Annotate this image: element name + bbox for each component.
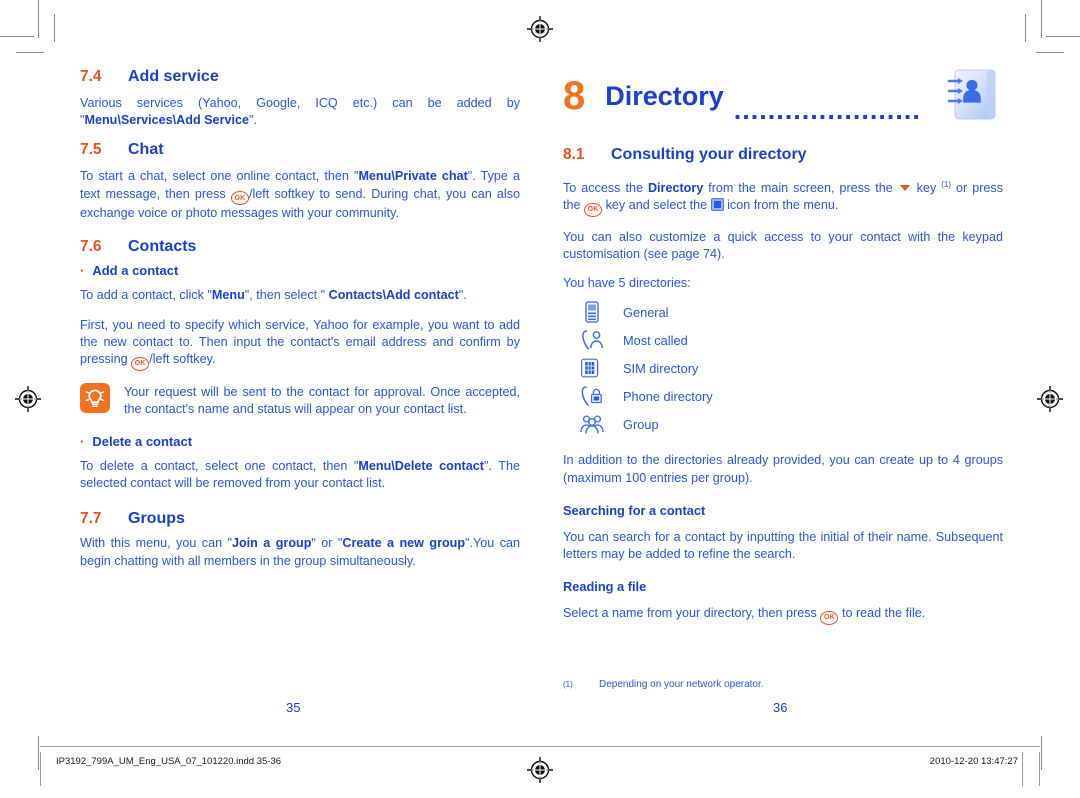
crop-mark-bottom-right-vertical <box>1041 736 1042 770</box>
list-item-label: General <box>623 304 669 320</box>
general-phonebook-icon <box>579 301 605 324</box>
section-title: Add service <box>128 68 219 85</box>
section-title: Groups <box>128 510 185 528</box>
section-heading-7-4: 7.4 Add service <box>80 68 520 86</box>
sim-card-icon <box>579 357 605 379</box>
slug-rule <box>40 746 1040 747</box>
phone-lock-icon <box>579 385 605 407</box>
section-number: 8.1 <box>563 146 585 163</box>
paragraph-access-directory: To access the Directory from the main sc… <box>563 176 1003 217</box>
section-heading-7-7: 7.7 Groups <box>80 510 520 528</box>
crop-mark-top-left-inner-vertical <box>54 14 55 42</box>
bullet-dot-icon: · <box>80 263 85 279</box>
directory-menu-icon <box>710 198 724 216</box>
registration-mark-right <box>1037 386 1063 412</box>
crop-mark-top-right-horizontal <box>1046 36 1080 37</box>
chapter-number: 8 <box>563 74 586 118</box>
section-number: 7.7 <box>80 510 102 528</box>
list-item[interactable]: General <box>563 298 1003 326</box>
paragraph-directories-intro: You have 5 directories: <box>563 276 691 291</box>
crop-mark-top-left-inner-horizontal <box>16 52 44 53</box>
registration-mark-bottom <box>527 757 553 783</box>
subheading-searching-for-a-contact: Searching for a contact <box>563 502 706 518</box>
bullet-delete-a-contact: · Delete a contact <box>80 434 520 449</box>
paragraph-add-contact-2: First, you need to specify which service… <box>80 317 520 371</box>
slug-timestamp: 2010-12-20 13:47:27 <box>929 756 1018 767</box>
paragraph-searching: You can search for a contact by inputtin… <box>563 529 1003 562</box>
list-item[interactable]: SIM directory <box>563 354 1003 382</box>
list-item-label: SIM directory <box>623 360 699 376</box>
ok-key-icon: OK <box>131 356 150 371</box>
section-heading-8-1: 8.1 Consulting your directory <box>563 146 1003 164</box>
bullet-label: Add a contact <box>92 263 179 279</box>
section-heading-7-6: 7.6 Contacts <box>80 238 520 256</box>
slug-tick-right <box>1022 752 1023 786</box>
list-item[interactable]: Phone directory <box>563 382 1003 410</box>
crop-mark-top-right-inner-vertical <box>1025 14 1026 42</box>
tip-note-text: Your request will be sent to the contact… <box>124 384 520 416</box>
list-item[interactable]: Group <box>563 410 1003 438</box>
bullet-add-a-contact: · Add a contact <box>80 263 520 278</box>
crop-mark-top-right-vertical <box>1041 0 1042 38</box>
lightbulb-tip-icon <box>80 382 110 413</box>
group-people-icon <box>579 413 605 435</box>
most-called-icon <box>579 329 605 351</box>
right-page-column: 8 Directory ...................... 8.1 C… <box>563 68 1003 637</box>
crop-mark-bottom-left-vertical <box>38 736 39 770</box>
crop-mark-top-left-vertical <box>38 0 39 38</box>
paragraph-reading-a-file: Select a name from your directory, then … <box>563 605 1003 625</box>
bullet-label: Delete a contact <box>92 434 193 450</box>
paragraph-add-contact-1: To add a contact, click "Menu", then sel… <box>80 288 467 303</box>
leader-dots: ...................... <box>733 100 921 120</box>
chapter-title: Directory <box>605 80 724 111</box>
footnote-reference: (1) <box>941 180 952 189</box>
paragraph-chat: To start a chat, select one online conta… <box>80 169 521 221</box>
page-number-left: 35 <box>286 700 301 715</box>
registration-mark-left <box>15 386 41 412</box>
down-arrow-key-icon <box>899 185 910 191</box>
address-book-icon <box>941 67 1003 125</box>
slug-filename: IP3192_799A_UM_Eng_USA_07_101220.indd 35… <box>56 756 282 767</box>
left-page-column: 7.4 Add service Various services (Yahoo,… <box>80 68 520 582</box>
tip-note: Your request will be sent to the contact… <box>80 382 520 418</box>
section-number: 7.4 <box>80 68 102 85</box>
section-title: Consulting your directory <box>611 146 807 163</box>
paragraph-add-service: Various services (Yahoo, Google, ICQ etc… <box>80 96 520 128</box>
paragraph-group-limits: In addition to the directories already p… <box>563 453 1003 485</box>
section-number: 7.5 <box>80 141 102 159</box>
crop-mark-top-right-inner-horizontal <box>1036 52 1064 53</box>
bullet-dot-icon: · <box>80 434 85 450</box>
chapter-heading: 8 Directory ...................... <box>563 68 1003 124</box>
list-item-label: Phone directory <box>623 388 713 404</box>
manual-page-spread: 7.4 Add service Various services (Yahoo,… <box>0 0 1080 798</box>
list-item-label: Most called <box>623 332 688 348</box>
footnote: (1) Depending on your network operator. <box>563 679 1003 690</box>
section-heading-7-5: 7.5 Chat <box>80 141 520 159</box>
paragraph-groups: With this menu, you can "Join a group" o… <box>80 536 520 568</box>
paragraph-customize-quick-access: You can also customize a quick access to… <box>563 229 1003 261</box>
subheading-reading-a-file: Reading a file <box>563 579 647 595</box>
slug-tick-right-outer <box>1039 752 1040 786</box>
ok-key-icon: OK <box>820 610 839 625</box>
list-item-label: Group <box>623 416 659 432</box>
ok-key-icon: OK <box>230 191 249 206</box>
section-title: Chat <box>128 141 164 159</box>
paragraph-delete-contact: To delete a contact, select one contact,… <box>80 459 520 491</box>
footnote-text: Depending on your network operator. <box>599 679 764 690</box>
footnote-marker: (1) <box>563 680 573 689</box>
directory-list: General Most called SIM directory Phone … <box>563 298 1003 438</box>
slug-tick-left <box>40 752 41 786</box>
section-title: Contacts <box>128 238 197 256</box>
registration-mark-top <box>527 16 553 42</box>
crop-mark-top-left-horizontal <box>0 36 34 37</box>
ok-key-icon: OK <box>584 202 603 217</box>
list-item[interactable]: Most called <box>563 326 1003 354</box>
page-number-right: 36 <box>773 700 788 715</box>
section-number: 7.6 <box>80 238 102 256</box>
